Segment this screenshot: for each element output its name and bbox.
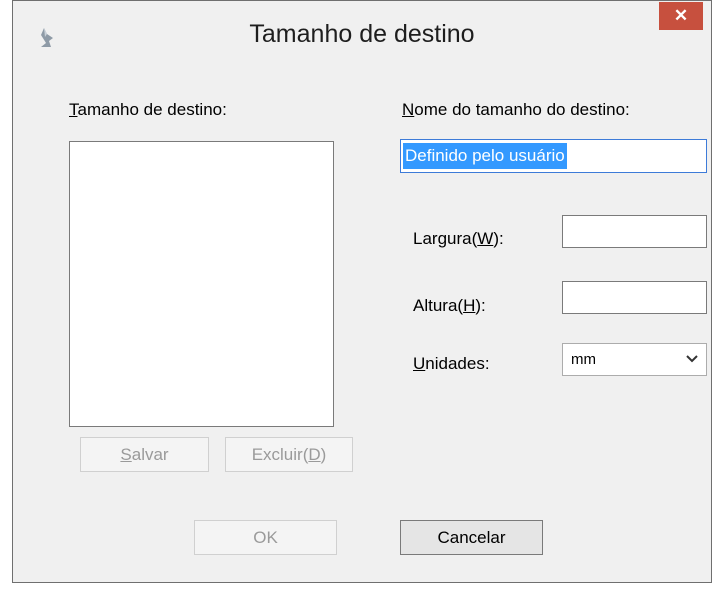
ok-button[interactable]: OK — [194, 520, 337, 555]
close-button[interactable]: ✕ — [659, 2, 703, 30]
target-size-name-input[interactable]: Definido pelo usuário — [400, 139, 707, 173]
save-button[interactable]: Salvar — [80, 437, 209, 472]
cancel-button[interactable]: Cancelar — [400, 520, 543, 555]
units-selected-value: mm — [571, 351, 596, 368]
width-input[interactable] — [562, 215, 707, 248]
width-label: Largura(W): — [413, 229, 504, 248]
dialog-content: Tamanho de destino: Salvar Excluir(D) No… — [42, 72, 707, 575]
window-title: Tamanho de destino — [249, 20, 475, 48]
height-label: Altura(H): — [413, 296, 486, 315]
target-size-name-label: Nome do tamanho do destino: — [402, 100, 630, 119]
units-select[interactable]: mm — [562, 343, 707, 376]
close-icon: ✕ — [673, 6, 689, 25]
dialog-window: Tamanho de destino ✕ Tamanho de destino:… — [12, 0, 712, 583]
units-label: Unidades: — [413, 354, 490, 373]
target-size-list[interactable] — [69, 141, 334, 427]
target-size-name-value: Definido pelo usuário — [403, 143, 567, 169]
title-bar: Tamanho de destino ✕ — [13, 1, 711, 71]
height-input[interactable] — [562, 281, 707, 314]
delete-button[interactable]: Excluir(D) — [225, 437, 353, 472]
target-size-list-label: Tamanho de destino: — [69, 100, 227, 119]
chevron-down-icon — [686, 344, 698, 386]
